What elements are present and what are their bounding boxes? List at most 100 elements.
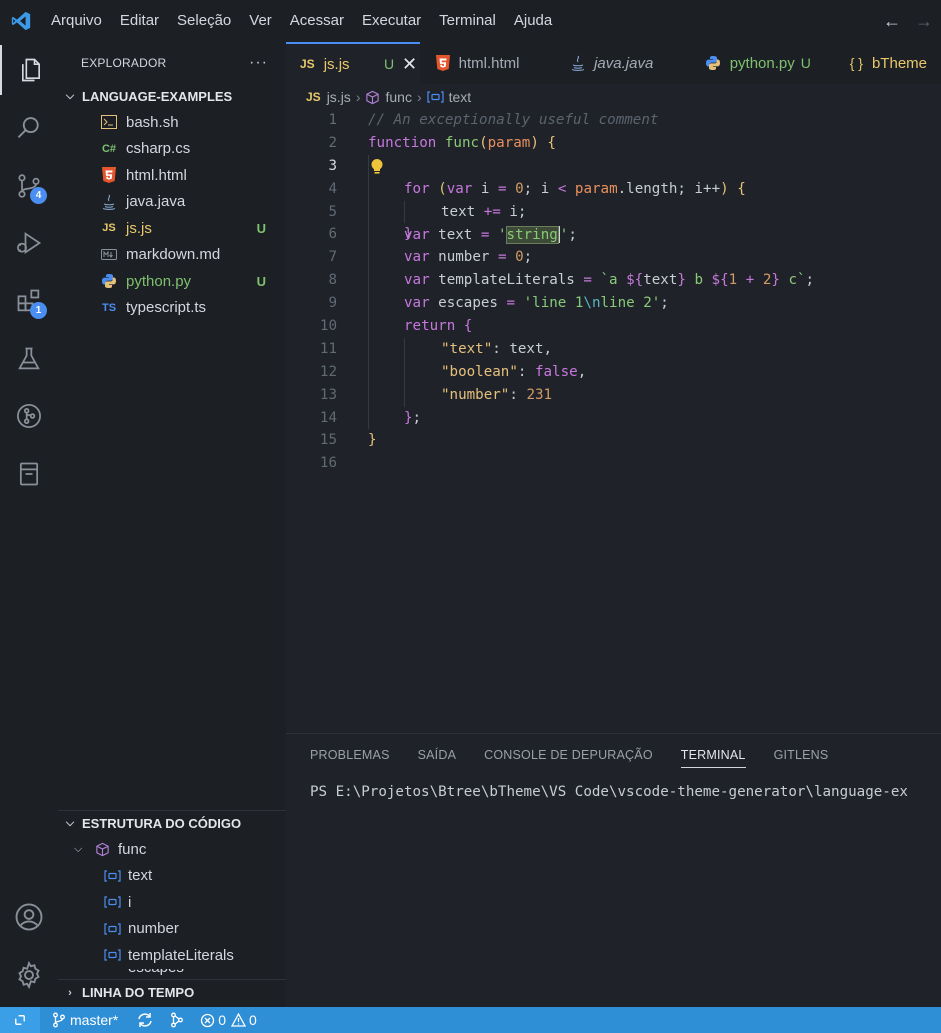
code-line: 1 // An exceptionally useful comment (286, 109, 941, 132)
menu-executar[interactable]: Executar (353, 0, 430, 42)
timeline-header[interactable]: › LINHA DO TEMPO (58, 979, 286, 1005)
boolean: false (534, 363, 578, 380)
outline-func[interactable]: ⌵ func (58, 836, 286, 863)
menu-ver[interactable]: Ver (240, 0, 281, 42)
file-name: js.js (126, 219, 152, 237)
close-icon[interactable]: ✕ (402, 54, 417, 75)
java-icon (100, 194, 118, 210)
tab-html[interactable]: html.html (420, 42, 557, 84)
variable-icon (104, 969, 121, 977)
warning-icon (231, 1013, 247, 1027)
menu-terminal[interactable]: Terminal (430, 0, 505, 42)
notebook-icon[interactable] (0, 449, 58, 499)
outline-header[interactable]: ⌵ ESTRUTURA DO CÓDIGO (58, 811, 286, 836)
problems-indicator[interactable]: 0 0 (200, 1012, 257, 1028)
breadcrumb-func[interactable]: func (385, 89, 411, 105)
tab-output[interactable]: SAÍDA (418, 734, 457, 776)
outline-variable[interactable]: i (58, 889, 286, 916)
explorer-title: EXPLORADOR (81, 56, 167, 70)
tab-debug-console[interactable]: CONSOLE DE DEPURAÇÃO (484, 734, 653, 776)
search-icon[interactable] (0, 103, 58, 153)
tab-status: U (800, 55, 811, 71)
breadcrumb-variable[interactable]: text (449, 89, 472, 105)
keyword: var (404, 272, 430, 289)
line-number: 2 (328, 134, 337, 151)
increment: i++ (694, 180, 721, 197)
python-icon (705, 55, 721, 71)
tab-label: js.js (323, 55, 350, 73)
code-line: 15} (286, 429, 941, 452)
file-js[interactable]: JS js.js U (58, 215, 286, 242)
tab-terminal[interactable]: TERMINAL (680, 734, 746, 776)
file-markdown[interactable]: markdown.md (58, 242, 286, 269)
outline-variable[interactable]: templateLiterals (58, 942, 286, 969)
terminal-prompt[interactable]: PS E:\Projetos\Btree\bTheme\VS Code\vsco… (310, 784, 908, 800)
source-control-icon[interactable]: 4 (0, 161, 58, 211)
breadcrumb-file[interactable]: js.js (327, 89, 351, 105)
outline-label: text (128, 867, 153, 885)
file-html[interactable]: html.html (58, 162, 286, 189)
settings-gear-icon[interactable] (0, 950, 58, 1000)
explorer-icon[interactable] (0, 45, 60, 95)
tab-label: bTheme (871, 54, 927, 72)
run-debug-icon[interactable] (0, 218, 58, 268)
file-typescript[interactable]: TS typescript.ts (58, 295, 286, 322)
outline-variable[interactable]: number (58, 916, 286, 943)
menu-acessar[interactable]: Acessar (281, 0, 353, 42)
template-string: `a (600, 272, 627, 289)
file-name: typescript.ts (126, 299, 207, 317)
menu-ajuda[interactable]: Ajuda (505, 0, 561, 42)
menu-arquivo[interactable]: Arquivo (42, 0, 111, 42)
folder-header[interactable]: ⌵ LANGUAGE-EXAMPLES (58, 84, 286, 109)
tab-python[interactable]: python.py U (691, 42, 832, 84)
tab-gitlens[interactable]: GITLENS (774, 734, 829, 776)
terminal-icon (100, 115, 118, 130)
remote-icon[interactable] (0, 1007, 40, 1033)
template-string: c` (779, 272, 806, 289)
more-actions-icon[interactable]: ··· (249, 54, 268, 72)
file-python[interactable]: python.py U (58, 268, 286, 295)
menu-selecao[interactable]: Seleção (168, 0, 240, 42)
branch-indicator[interactable]: master* (52, 1012, 118, 1028)
java-icon (571, 55, 585, 71)
menu-editar[interactable]: Editar (111, 0, 168, 42)
code-line: 5 text += i; (286, 200, 941, 224)
panel-tabs: PROBLEMAS SAÍDA CONSOLE DE DEPURAÇÃO TER… (286, 734, 941, 776)
bottom-panel: PROBLEMAS SAÍDA CONSOLE DE DEPURAÇÃO TER… (286, 733, 941, 1008)
file-csharp[interactable]: C# csharp.cs (58, 136, 286, 163)
chevron-right-icon: › (355, 89, 361, 105)
outline-title: ESTRUTURA DO CÓDIGO (82, 816, 242, 831)
identifier: text (509, 340, 544, 357)
vscode-logo-icon (0, 0, 42, 42)
outline-section: ⌵ ESTRUTURA DO CÓDIGO ⌵ func text i numb… (58, 810, 286, 977)
tab-java[interactable]: java.java (557, 42, 691, 84)
extensions-icon[interactable]: 1 (0, 276, 58, 326)
typescript-icon: TS (101, 301, 117, 314)
account-icon[interactable] (0, 892, 58, 942)
sync-icon[interactable] (136, 1012, 154, 1028)
tab-js[interactable]: JS js.js U ✕ (286, 42, 420, 84)
file-name: csharp.cs (126, 140, 191, 158)
chevron-down-icon: ⌵ (65, 90, 75, 102)
outline-variable[interactable]: escapes (58, 969, 286, 977)
file-bash[interactable]: bash.sh (58, 109, 286, 136)
gitlens-icon[interactable] (0, 391, 58, 441)
file-name: python.py (126, 272, 192, 290)
line-number: 5 (328, 203, 337, 220)
code-editor[interactable]: 1 // An exceptionally useful comment 2 fun… (286, 109, 941, 475)
tab-problems[interactable]: PROBLEMAS (310, 734, 390, 776)
testing-flask-icon[interactable] (0, 334, 58, 384)
tab-btheme[interactable]: { } bTheme (832, 42, 941, 84)
line-number: 7 (328, 249, 337, 266)
forward-arrow-icon[interactable]: → (915, 11, 933, 32)
back-arrow-icon[interactable]: ← (883, 11, 901, 32)
outline-variable[interactable]: text (58, 863, 286, 890)
tab-label: html.html (458, 54, 520, 72)
outline-label: number (128, 920, 179, 938)
line-number: 8 (328, 272, 337, 289)
code-line-current: 3 var text = 'string '; (286, 154, 941, 244)
line-number: 14 (319, 409, 337, 426)
code-line: 10 return { (286, 315, 941, 338)
git-graph-icon[interactable] (170, 1012, 184, 1028)
file-java[interactable]: java.java (58, 189, 286, 216)
